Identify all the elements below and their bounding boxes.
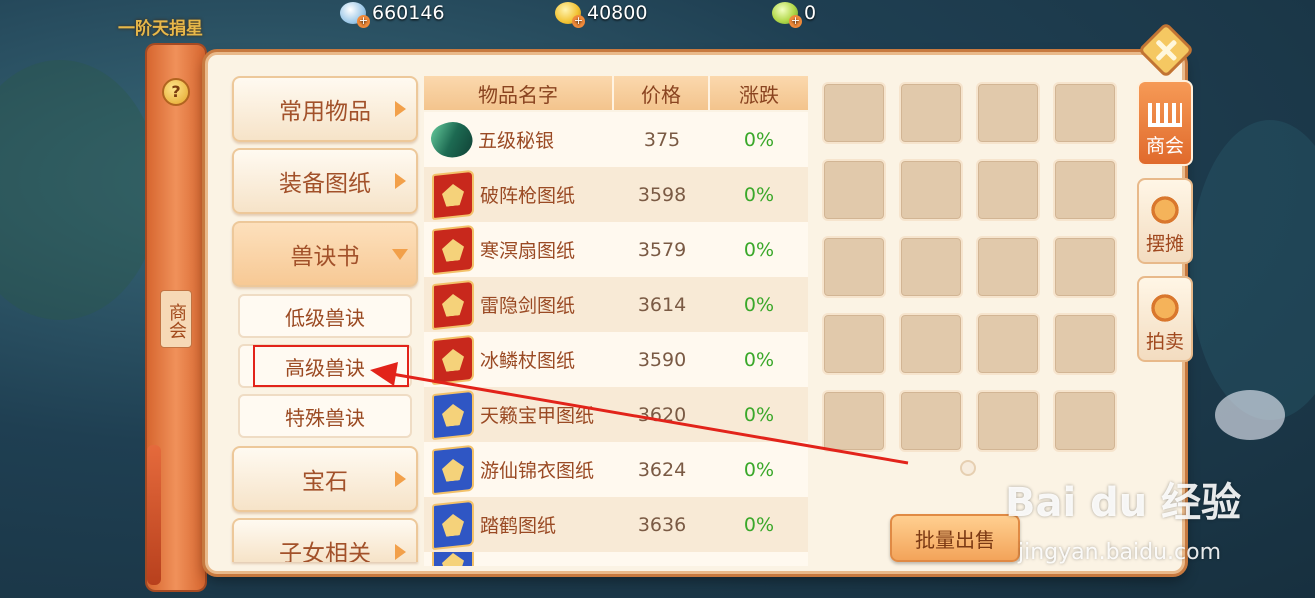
watermark-logo: Bai du 经验 (1005, 480, 1242, 526)
watermark-url: jingyan.baidu.com (1018, 540, 1222, 565)
